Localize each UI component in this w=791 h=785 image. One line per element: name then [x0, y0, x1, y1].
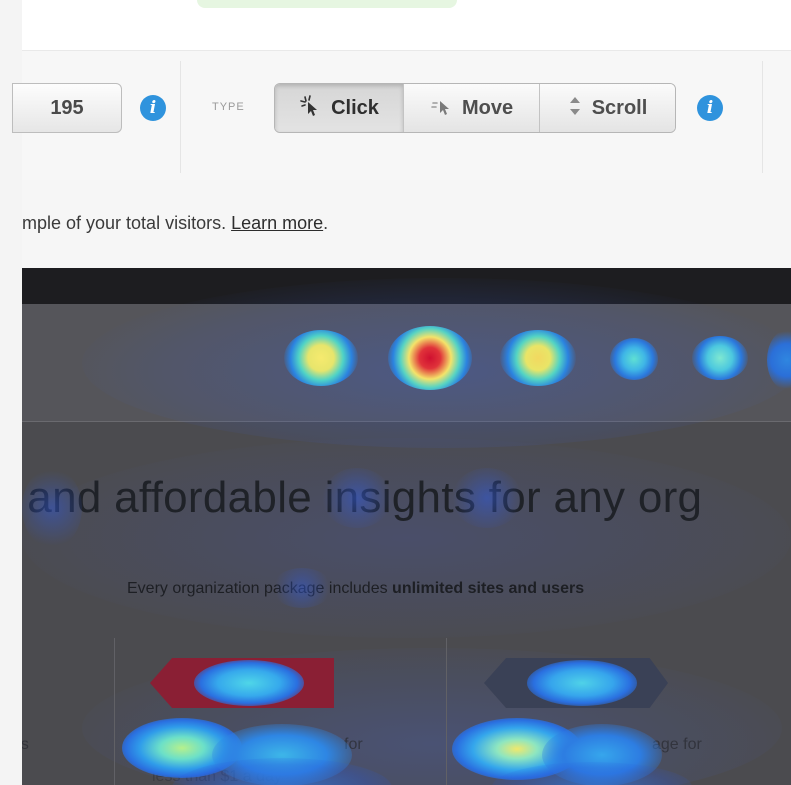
card-divider: [446, 638, 447, 785]
scroll-arrows-icon: [568, 95, 582, 122]
heatmap-toolbar: 195 i TYPE Click Move Scroll i: [12, 50, 791, 180]
type-move-label: Move: [461, 96, 514, 119]
heat-spot: [194, 660, 304, 706]
heat-spot: [272, 568, 332, 608]
type-label: TYPE: [212, 101, 245, 113]
info-icon[interactable]: i: [140, 95, 166, 121]
card-divider: [114, 638, 115, 785]
click-cursor-icon: [299, 94, 321, 122]
heat-spot: [284, 330, 358, 386]
top-header-band: [22, 0, 791, 50]
heat-spot: [500, 330, 576, 386]
heat-spot: [388, 326, 472, 390]
sample-note-text: mple of your total visitors.: [22, 213, 232, 233]
info-icon[interactable]: i: [697, 95, 723, 121]
heat-spot: [22, 468, 82, 548]
heat-spot: [527, 660, 637, 706]
sample-note-suffix: .: [323, 213, 329, 233]
type-scroll-button[interactable]: Scroll: [539, 84, 675, 132]
page-subheadline: Every organization package includes unli…: [127, 580, 585, 597]
move-cursor-icon: [430, 95, 452, 122]
type-click-label: Click: [331, 96, 379, 119]
toolbar-divider: [180, 61, 181, 173]
app-window: 195 i TYPE Click Move Scroll i mple of y…: [0, 0, 791, 785]
heat-spot: [692, 336, 748, 380]
heat-spot: [322, 468, 392, 528]
visitor-count-label: 195: [50, 96, 84, 119]
heat-spot: [452, 468, 522, 528]
toolbar-divider: [762, 61, 763, 173]
learn-more-link[interactable]: Learn more: [231, 213, 323, 233]
visitor-count-button[interactable]: 195: [12, 83, 122, 133]
heat-spot: [610, 338, 658, 380]
card-partial-text: tts: [22, 736, 29, 753]
heatmap-canvas[interactable]: e and affordable insights for any org Ev…: [22, 268, 791, 785]
type-move-button[interactable]: Move: [403, 84, 539, 132]
type-segmented-control: Click Move Scroll: [274, 83, 676, 133]
sample-note: mple of your total visitors. Learn more.: [22, 213, 328, 234]
heat-haze: [22, 438, 791, 638]
type-click-button[interactable]: Click: [275, 84, 403, 132]
active-tab-indicator: [197, 0, 457, 8]
type-scroll-label: Scroll: [591, 96, 648, 119]
